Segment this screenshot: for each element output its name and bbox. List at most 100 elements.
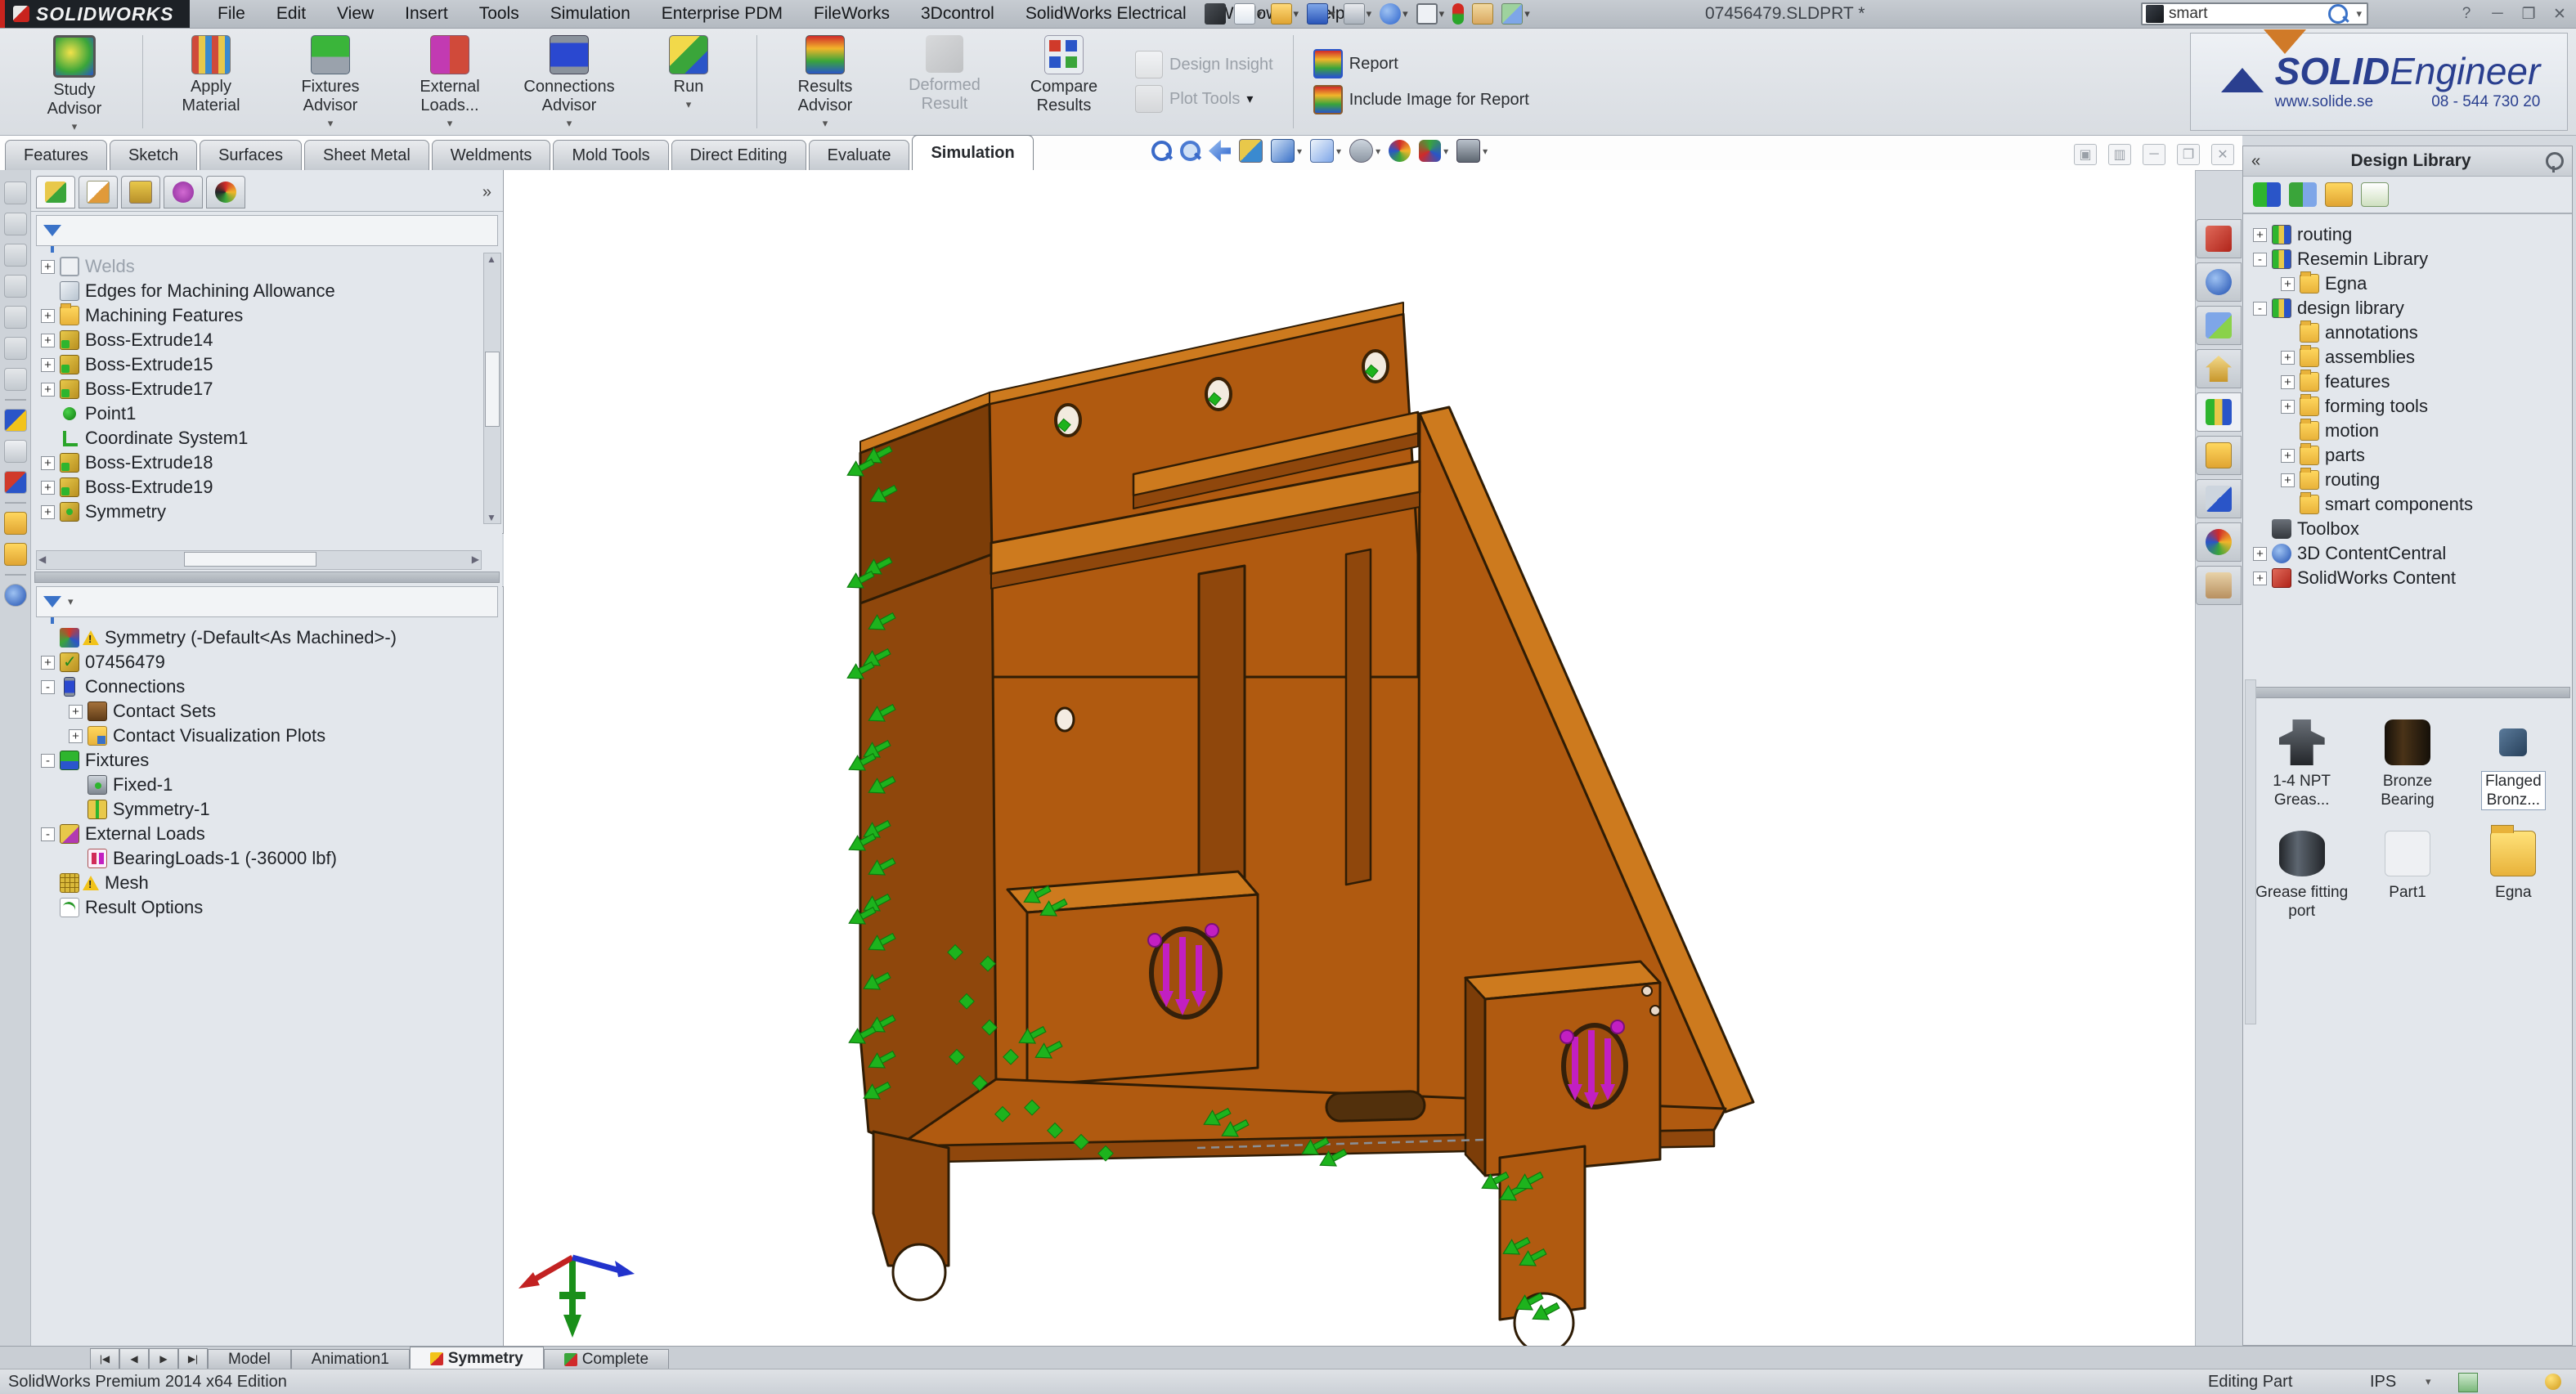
feature-tree-item[interactable]: +Boss-Extrude14 bbox=[34, 328, 503, 352]
expand-icon[interactable]: + bbox=[41, 456, 55, 470]
clock-blue-icon[interactable] bbox=[4, 584, 27, 607]
dropdown-caret-icon[interactable]: ▾ bbox=[1524, 7, 1530, 20]
feature-tree-horizontal-scrollbar[interactable]: ◀ ▶ bbox=[36, 550, 482, 570]
dropdown-caret-icon[interactable]: ▾ bbox=[1439, 7, 1445, 20]
expand-icon[interactable]: + bbox=[2253, 228, 2267, 242]
options-box-button[interactable] bbox=[1470, 2, 1496, 25]
scroll-down-icon[interactable]: ▼ bbox=[484, 512, 499, 523]
expand-icon[interactable]: + bbox=[2281, 400, 2295, 414]
design-library-tree-item[interactable]: +SolidWorks Content bbox=[2246, 566, 2572, 590]
design-library-tree-item[interactable]: +Toolbox bbox=[2246, 517, 2572, 541]
open-folder-button[interactable]: ▾ bbox=[1268, 2, 1302, 25]
study-tab-model[interactable]: Model bbox=[208, 1349, 291, 1369]
design-library-tree-item[interactable]: +parts bbox=[2246, 443, 2572, 468]
expand-icon[interactable]: + bbox=[2281, 277, 2295, 291]
menu-edit[interactable]: Edit bbox=[263, 0, 319, 28]
expand-icon[interactable]: + bbox=[2253, 571, 2267, 585]
view-settings-button[interactable]: ▾ bbox=[1456, 139, 1488, 163]
tab-weldments[interactable]: Weldments bbox=[432, 140, 551, 170]
new-doc-button[interactable]: ▾ bbox=[1232, 2, 1265, 25]
tab-nav-button[interactable]: ▶| bbox=[178, 1348, 208, 1369]
design-library-splitter[interactable] bbox=[2245, 687, 2570, 698]
add-file-location-button[interactable] bbox=[2289, 182, 2317, 207]
dropdown-caret-icon[interactable]: ▾ bbox=[328, 117, 334, 130]
tags-icon[interactable] bbox=[2458, 1373, 2478, 1392]
collapse-icon[interactable]: - bbox=[41, 827, 55, 841]
dropdown-caret-icon[interactable]: ▾ bbox=[1402, 7, 1408, 20]
expand-icon[interactable]: + bbox=[41, 309, 55, 323]
feature-tree-item[interactable]: +Coordinate System1 bbox=[34, 426, 503, 450]
display-style-button[interactable]: ▾ bbox=[1310, 139, 1341, 163]
close-icon[interactable]: ✕ bbox=[2211, 144, 2234, 165]
folder-gold-icon[interactable] bbox=[4, 543, 27, 566]
simulation-tree-item[interactable]: +Contact Sets bbox=[34, 699, 503, 724]
library-item[interactable]: Egna bbox=[2463, 831, 2564, 921]
task-pane-tab-appearances-home[interactable] bbox=[2196, 349, 2242, 388]
save-button[interactable]: ▾ bbox=[1304, 2, 1338, 25]
feature-tree-filter[interactable] bbox=[36, 215, 498, 246]
feature-tree-item[interactable]: +Symmetry bbox=[34, 500, 503, 524]
refresh-button[interactable] bbox=[2361, 182, 2389, 207]
pencil-button[interactable] bbox=[1202, 2, 1228, 25]
dropdown-caret-icon[interactable]: ▾ bbox=[1257, 7, 1263, 20]
menu-file[interactable]: File bbox=[204, 0, 258, 28]
dropdown-caret-icon[interactable]: ▾ bbox=[567, 117, 572, 130]
hide-show-button[interactable]: ▾ bbox=[1349, 139, 1380, 163]
feature-tree-item[interactable]: +Edges for Machining Allowance bbox=[34, 279, 503, 303]
panel-tabs-overflow-icon[interactable]: » bbox=[482, 183, 498, 202]
simulation-tree-item[interactable]: +BearingLoads-1 (-36000 lbf) bbox=[34, 846, 503, 871]
tab-evaluate[interactable]: Evaluate bbox=[809, 140, 910, 170]
scroll-left-icon[interactable]: ◀ bbox=[38, 551, 46, 567]
design-library-tree-item[interactable]: +Egna bbox=[2246, 271, 2572, 296]
tab-direct-editing[interactable]: Direct Editing bbox=[671, 140, 806, 170]
restore-icon[interactable]: ❐ bbox=[2177, 144, 2200, 165]
dropdown-caret-icon[interactable]: ▾ bbox=[686, 98, 692, 111]
collapse-panel-icon[interactable]: « bbox=[2251, 152, 2276, 171]
menu-fileworks[interactable]: FileWorks bbox=[801, 0, 903, 28]
expand-icon[interactable]: + bbox=[2253, 547, 2267, 561]
expand-icon[interactable]: + bbox=[41, 481, 55, 495]
feature-tree-item[interactable]: +Machining Features bbox=[34, 303, 503, 328]
panel-splitter[interactable] bbox=[34, 571, 500, 583]
study-tab-complete[interactable]: Complete bbox=[544, 1349, 669, 1369]
simulation-tree-item[interactable]: +07456479 bbox=[34, 650, 503, 675]
tab-mold-tools[interactable]: Mold Tools bbox=[553, 140, 668, 170]
previous-view-button[interactable] bbox=[1209, 140, 1231, 162]
tab-sheet-metal[interactable]: Sheet Metal bbox=[304, 140, 429, 170]
design-library-tree-item[interactable]: -Resemin Library bbox=[2246, 247, 2572, 271]
simulation-tree-item[interactable]: +Result Options bbox=[34, 895, 503, 920]
search-caret-icon[interactable]: ▾ bbox=[2356, 7, 2362, 20]
menu-insert[interactable]: Insert bbox=[392, 0, 461, 28]
traffic-light-button[interactable] bbox=[1450, 2, 1466, 25]
scrollbar-thumb[interactable] bbox=[485, 352, 500, 427]
simulation-tree-item[interactable]: +Mesh bbox=[34, 871, 503, 895]
dropdown-caret-icon[interactable]: ▾ bbox=[1330, 7, 1335, 20]
dropdown-caret-icon[interactable]: ▾ bbox=[823, 117, 828, 130]
sketch-color-icon[interactable] bbox=[4, 409, 27, 432]
units-label[interactable]: IPS bbox=[2370, 1369, 2396, 1394]
search-icon[interactable] bbox=[2328, 4, 2348, 24]
feature-tree-item[interactable]: +Point1 bbox=[34, 401, 503, 426]
dropdown-caret-icon[interactable]: ▾ bbox=[1336, 146, 1341, 157]
collapse-icon[interactable]: - bbox=[2253, 302, 2267, 316]
scene-button[interactable]: ▾ bbox=[1419, 140, 1448, 162]
feature-tree-item[interactable]: +Boss-Extrude19 bbox=[34, 475, 503, 500]
collapse-icon[interactable]: - bbox=[41, 680, 55, 694]
minimize-icon[interactable]: ─ bbox=[2486, 5, 2509, 23]
task-pane-tab-document-recovery[interactable] bbox=[2196, 566, 2242, 605]
help-icon[interactable]: ? bbox=[2455, 5, 2478, 23]
panel-tab-dimxpert-manager[interactable] bbox=[164, 176, 203, 208]
run-button[interactable]: Run▾ bbox=[629, 29, 748, 135]
search-box[interactable]: ▾ bbox=[2141, 2, 2368, 25]
view-orientation-button[interactable]: ▾ bbox=[1271, 139, 1302, 163]
dropdown-caret-icon[interactable]: ▾ bbox=[1376, 146, 1380, 157]
task-pane-tab-solidworks-resources[interactable] bbox=[2196, 219, 2242, 258]
sheet-gray-icon[interactable] bbox=[4, 368, 27, 391]
design-library-tree-item[interactable]: +smart components bbox=[2246, 492, 2572, 517]
create-folder-button[interactable] bbox=[2325, 182, 2353, 207]
simulation-tree-item[interactable]: -External Loads bbox=[34, 822, 503, 846]
compare-results-button[interactable]: CompareResults bbox=[1004, 29, 1124, 135]
external-loads--button[interactable]: ExternalLoads...▾ bbox=[390, 29, 509, 135]
design-library-tree-item[interactable]: +routing bbox=[2246, 468, 2572, 492]
feature-tree-item[interactable]: +Boss-Extrude17 bbox=[34, 377, 503, 401]
